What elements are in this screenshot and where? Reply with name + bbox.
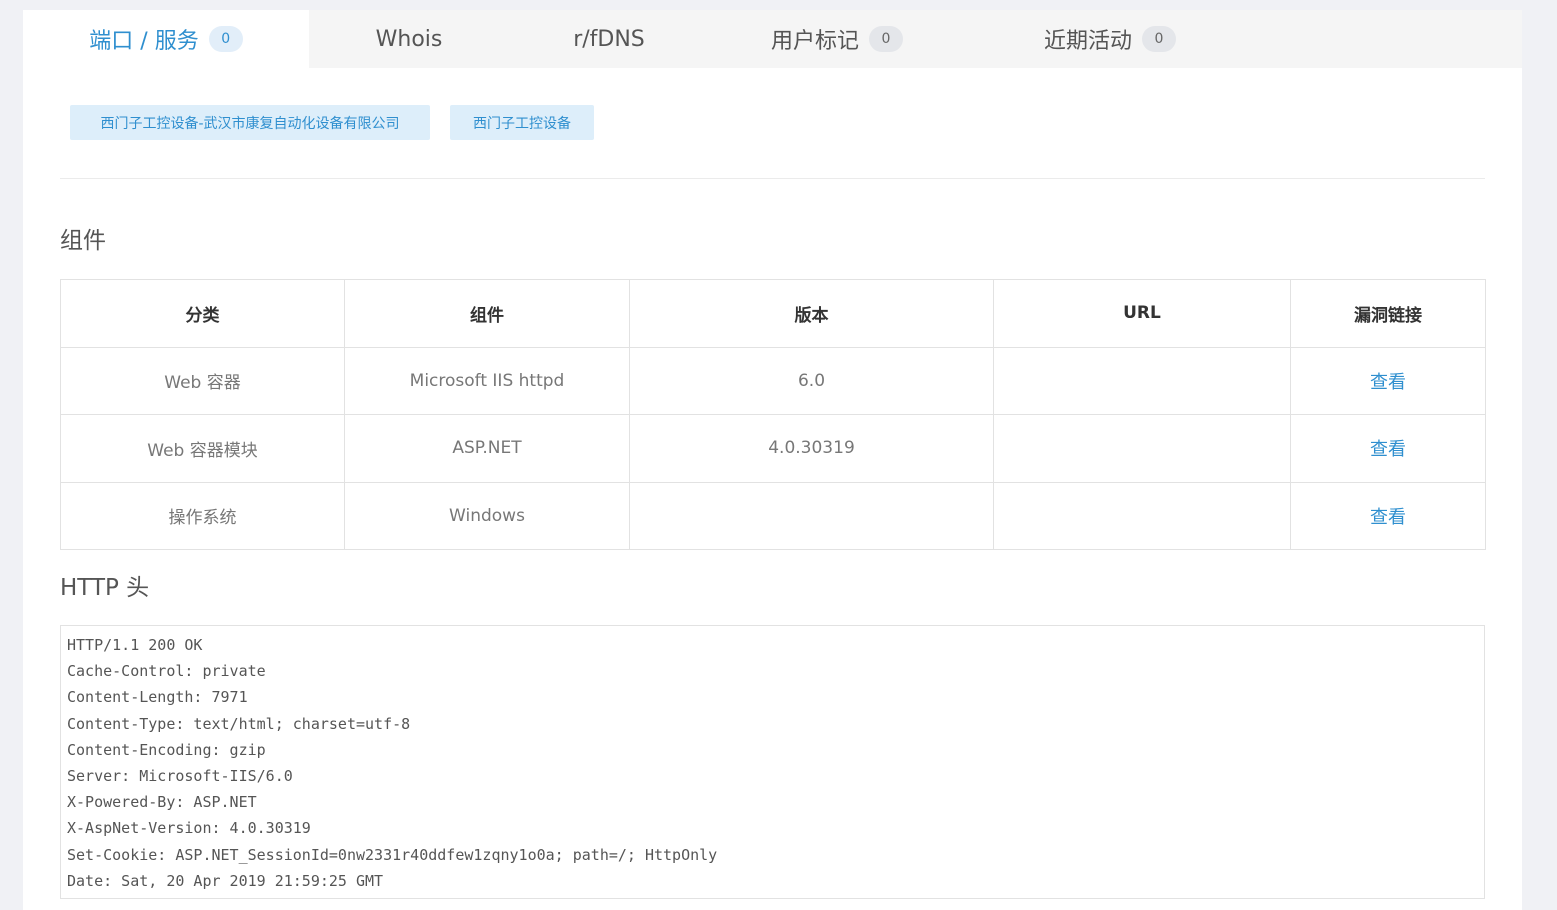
http-header-line: Date: Sat, 20 Apr 2019 21:59:25 GMT [67,871,384,890]
http-header-line: HTTP/1.1 200 OK [67,636,203,654]
cell-url [993,481,1291,550]
cell-category: 操作系统 [60,481,345,550]
table-row: Web 容器 Microsoft IIS httpd 6.0 查看 [60,346,1486,415]
table-row: 操作系统 Windows 查看 [60,481,1486,550]
device-tag[interactable]: 西门子工控设备 [450,105,594,140]
http-header-line: X-AspNet-Version: 4.0.30319 [67,819,311,838]
cell-component: Windows [344,481,630,550]
column-header: URL [993,279,1291,348]
tab-count-badge: 0 [208,26,243,52]
table-row: Web 容器模块 ASP.NET 4.0.30319 查看 [60,414,1486,483]
cell-category: Web 容器 [60,346,345,415]
tab-label: 用户标记 [770,29,859,54]
column-header: 分类 [60,279,345,348]
http-headers-block: HTTP/1.1 200 OK Cache-Control: private C… [60,625,1485,899]
tab-user-tags[interactable]: 用户标记 0 [709,10,965,68]
http-header-line: Set-Cookie: ASP.NET_SessionId=0nw2331r40… [67,845,718,864]
http-header-line: Cache-Control: private [67,662,266,681]
components-section-title: 组件 [60,228,106,254]
tab-bar: 端口 / 服务 0 Whois r/fDNS 用户标记 0 近期活动 0 [23,10,1522,68]
cell-url [993,414,1291,483]
cell-component: ASP.NET [344,414,630,483]
tab-label: Whois [375,26,443,52]
divider [60,178,1485,179]
tab-label: r/fDNS [573,26,645,52]
cell-version: 4.0.30319 [629,414,994,483]
main-panel: 端口 / 服务 0 Whois r/fDNS 用户标记 0 近期活动 0 西门子… [23,10,1522,910]
view-vuln-link[interactable]: 查看 [1370,439,1406,460]
tab-recent-activity[interactable]: 近期活动 0 [965,10,1255,68]
cell-url [993,346,1291,415]
tab-label: 近期活动 [1043,29,1132,54]
tab-rfdns[interactable]: r/fDNS [509,10,709,68]
device-tag[interactable]: 西门子工控设备-武汉市康复自动化设备有限公司 [70,105,430,140]
column-header: 漏洞链接 [1290,279,1486,348]
view-vuln-link[interactable]: 查看 [1370,372,1406,393]
http-headers-section-title: HTTP 头 [60,575,150,601]
http-header-line: Content-Encoding: gzip [67,740,266,759]
cell-vuln-link: 查看 [1290,481,1486,550]
column-header: 版本 [629,279,994,348]
tab-ports-services[interactable]: 端口 / 服务 0 [23,10,309,68]
cell-version [629,481,994,550]
cell-version: 6.0 [629,346,994,415]
tab-count-badge: 0 [869,26,903,52]
http-header-line: X-Powered-By: ASP.NET [67,793,257,812]
http-header-line: Content-Type: text/html; charset=utf-8 [67,714,411,733]
column-header: 组件 [344,279,630,348]
cell-component: Microsoft IIS httpd [344,346,630,415]
components-table: 分类 组件 版本 URL 漏洞链接 Web 容器 Microsoft IIS h… [60,279,1486,550]
table-header-row: 分类 组件 版本 URL 漏洞链接 [60,279,1486,348]
cell-vuln-link: 查看 [1290,346,1486,415]
cell-vuln-link: 查看 [1290,414,1486,483]
http-header-line: Content-Length: 7971 [67,688,248,707]
tab-whois[interactable]: Whois [309,10,509,68]
http-header-line: Server: Microsoft-IIS/6.0 [67,766,293,785]
tab-count-badge: 0 [1142,26,1176,52]
view-vuln-link[interactable]: 查看 [1370,507,1406,528]
cell-category: Web 容器模块 [60,414,345,483]
tab-label: 端口 / 服务 [89,29,199,54]
